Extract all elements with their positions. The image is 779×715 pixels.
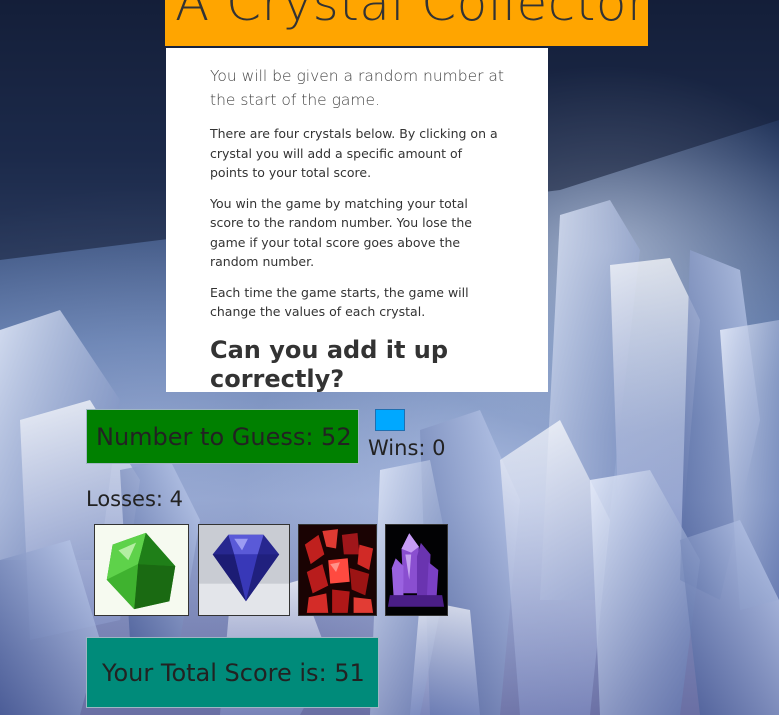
total-score-label: Your Total Score is: 51 [102, 658, 365, 687]
purple-crystal-button[interactable] [385, 524, 448, 616]
red-crystal-icon [299, 525, 376, 615]
number-to-guess-label: Number to Guess: 52 [96, 422, 352, 451]
blue-crystal-button[interactable] [198, 524, 290, 616]
wins-counter: Wins: 0 [368, 436, 446, 460]
total-score-box: Your Total Score is: 51 [86, 637, 379, 708]
number-to-guess-box: Number to Guess: 52 [86, 409, 359, 464]
instructions-lead: You will be given a random number at the… [210, 67, 505, 109]
blue-crystal-icon [199, 525, 289, 615]
instructions-paragraph-3: Each time the game starts, the game will… [210, 284, 469, 320]
instructions-paragraph-2: You win the game by matching your total … [210, 195, 472, 270]
red-crystal-button[interactable] [298, 524, 377, 616]
green-crystal-button[interactable] [94, 524, 189, 616]
blue-square-marker [375, 409, 405, 431]
instructions-question: Can you add it up correctly? [210, 335, 449, 393]
green-crystal-icon [95, 525, 188, 615]
instructions-paragraph-1: There are four crystals below. By clicki… [210, 126, 498, 180]
losses-counter: Losses: 4 [86, 487, 184, 511]
instructions-panel: You will be given a random number at the… [166, 48, 548, 393]
page-title: A Crystal Collector [175, 0, 648, 32]
title-banner: A Crystal Collector [165, 0, 648, 46]
purple-crystal-icon [386, 525, 447, 615]
